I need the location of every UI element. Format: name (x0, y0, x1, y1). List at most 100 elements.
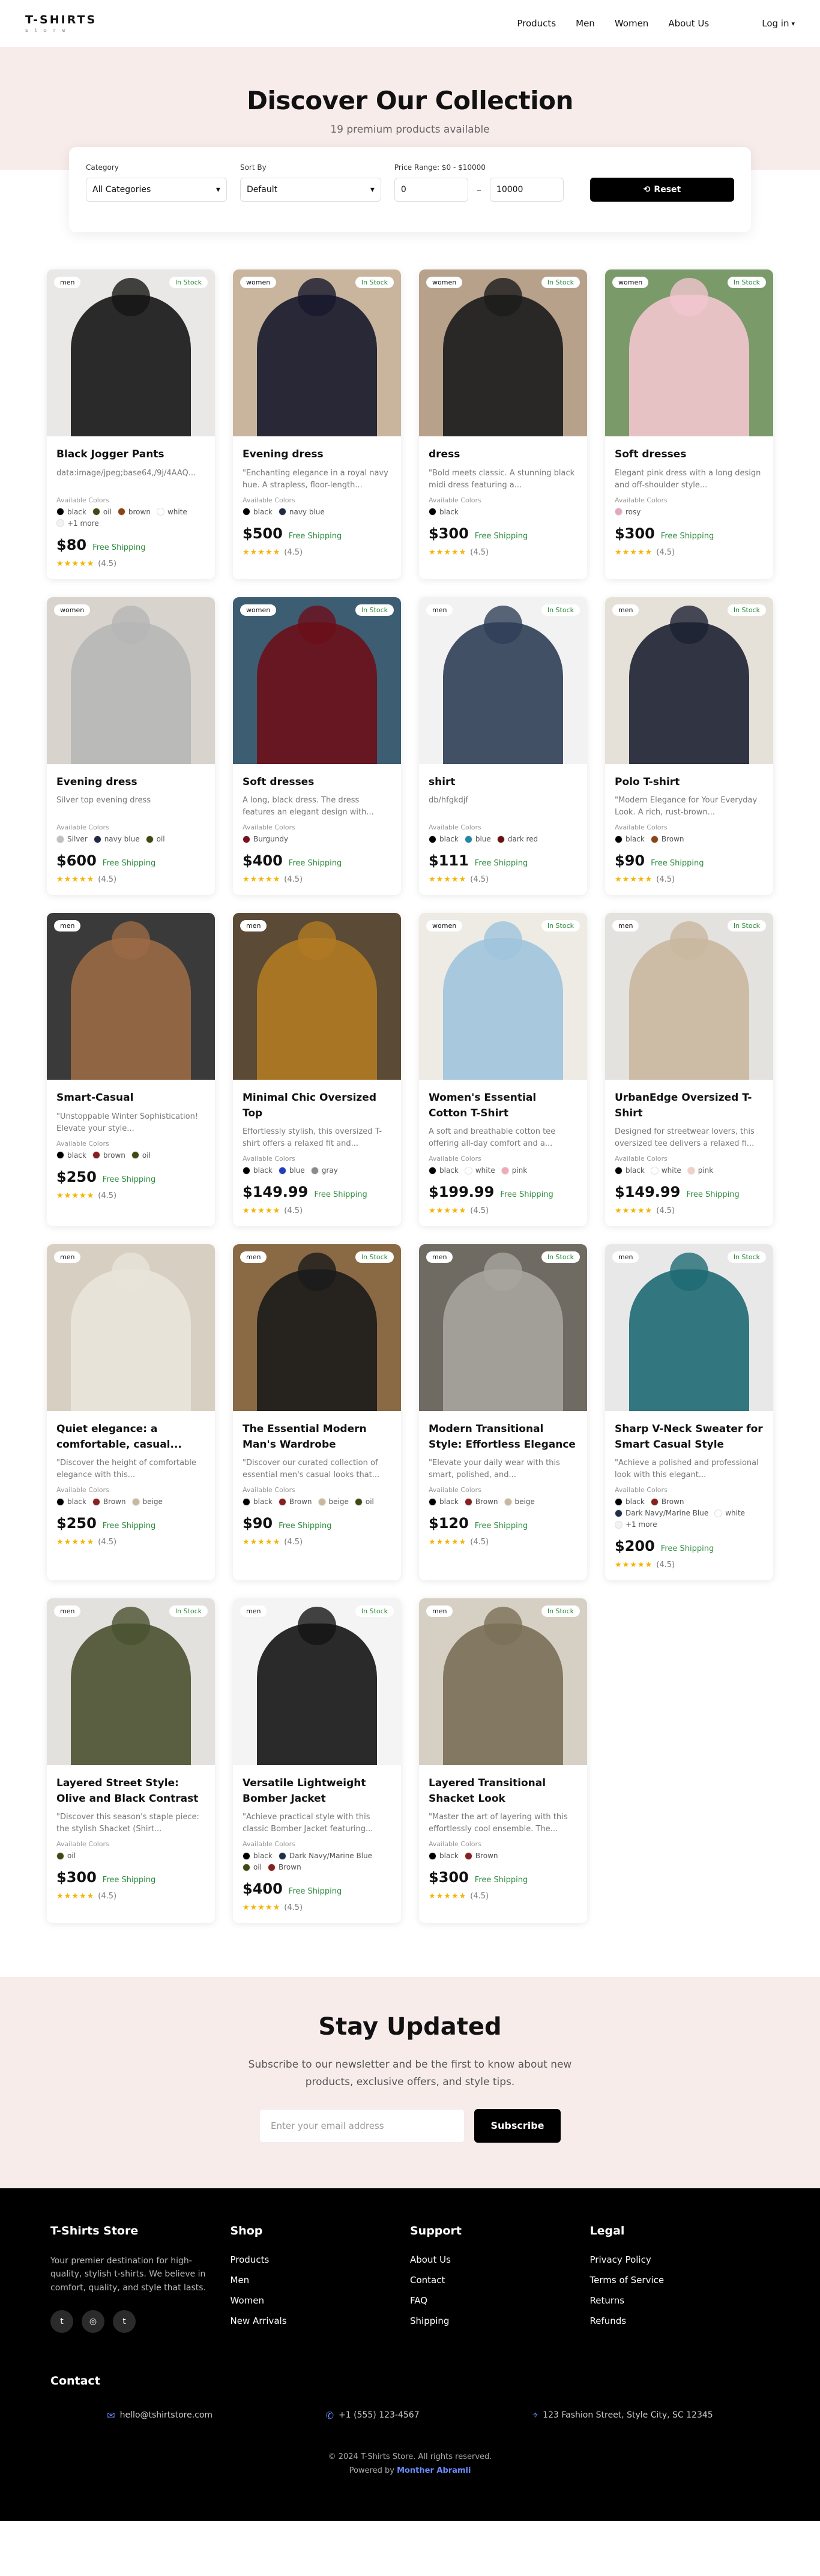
product-title[interactable]: Soft dresses (243, 775, 391, 790)
category-select[interactable]: All Categories ▾ (86, 178, 227, 202)
product-image[interactable]: women In Stock (233, 269, 401, 436)
product-title[interactable]: Sharp V-Neck Sweater for Smart Casual St… (615, 1422, 764, 1452)
color-option[interactable]: Brown (464, 1497, 498, 1506)
color-option[interactable]: black (243, 1852, 273, 1860)
product-image[interactable]: women In Stock (233, 597, 401, 764)
color-option[interactable]: Brown (92, 1497, 126, 1506)
footer-link[interactable]: About Us (410, 2254, 590, 2265)
color-option[interactable]: oil (56, 1852, 76, 1860)
product-title[interactable]: Smart-Casual (56, 1091, 205, 1106)
product-image[interactable]: men In Stock (233, 1598, 401, 1765)
product-image[interactable]: men In Stock (605, 1244, 773, 1411)
product-image[interactable]: men In Stock (605, 597, 773, 764)
product-title[interactable]: Layered Transitional Shacket Look (429, 1776, 577, 1807)
instagram-icon[interactable]: ◎ (82, 2310, 104, 2334)
color-option[interactable]: navy blue (278, 508, 325, 516)
product-image[interactable]: men (233, 913, 401, 1080)
more-colors[interactable]: +1 more (56, 519, 99, 528)
nav-about[interactable]: About Us (668, 18, 709, 29)
color-option[interactable]: white (464, 1166, 495, 1175)
color-option[interactable]: beige (318, 1497, 349, 1506)
color-option[interactable]: blue (464, 835, 491, 843)
product-card[interactable]: men In Stock Modern Transitional Style: Ef… (419, 1244, 587, 1580)
product-image[interactable]: women In Stock (419, 269, 587, 436)
product-card[interactable]: women Evening dress Silver top evening dre… (47, 597, 215, 895)
color-option[interactable]: blue (278, 1166, 305, 1175)
more-colors[interactable]: +1 more (615, 1520, 657, 1529)
reset-button[interactable]: ⟲ Reset (589, 178, 734, 202)
product-image[interactable]: men In Stock (47, 1598, 215, 1765)
footer-link[interactable]: Products (231, 2254, 411, 2265)
color-option[interactable]: brown (92, 1151, 125, 1160)
product-title[interactable]: Layered Street Style: Olive and Black Co… (56, 1776, 205, 1807)
color-option[interactable]: pink (501, 1166, 527, 1175)
color-option[interactable]: Dark Navy/Marine Blue (615, 1509, 708, 1517)
footer-link[interactable]: New Arrivals (231, 2316, 411, 2326)
footer-link[interactable]: Privacy Policy (590, 2254, 770, 2265)
color-option[interactable]: Brown (268, 1863, 301, 1871)
product-title[interactable]: Versatile Lightweight Bomber Jacket (243, 1776, 391, 1807)
product-image[interactable]: women In Stock (605, 269, 773, 436)
color-option[interactable]: white (156, 508, 187, 516)
color-option[interactable]: pink (687, 1166, 713, 1175)
product-card[interactable]: women In Stock Soft dresses A long, black d… (233, 597, 401, 895)
product-image[interactable]: men In Stock (605, 913, 773, 1080)
color-option[interactable]: Brown (650, 835, 684, 843)
nav-products[interactable]: Products (517, 18, 556, 29)
product-image[interactable]: women (47, 597, 215, 764)
product-title[interactable]: Quiet elegance: a comfortable, casual... (56, 1422, 205, 1452)
footer-link[interactable]: Contact (410, 2275, 590, 2286)
price-max-input[interactable]: 10000 (489, 178, 564, 202)
subscribe-button[interactable]: Subscribe (474, 2108, 561, 2143)
color-option[interactable]: white (714, 1509, 745, 1517)
color-option[interactable]: black (56, 1151, 86, 1160)
color-option[interactable]: black (429, 1852, 459, 1860)
twitter-icon[interactable]: t (50, 2310, 73, 2334)
product-title[interactable]: Modern Transitional Style: Effortless El… (429, 1422, 577, 1452)
product-title[interactable]: The Essential Modern Man's Wardrobe (243, 1422, 391, 1452)
color-option[interactable]: black (56, 1497, 86, 1506)
footer-link[interactable]: Refunds (590, 2316, 770, 2326)
color-option[interactable]: oil (145, 835, 165, 843)
footer-link[interactable]: FAQ (410, 2295, 590, 2306)
color-option[interactable]: Brown (464, 1852, 498, 1860)
color-option[interactable]: Silver (56, 835, 88, 843)
product-image[interactable]: men In Stock (419, 1244, 587, 1411)
color-option[interactable]: black (243, 508, 273, 516)
product-card[interactable]: women In Stock Women's Essential Cotton T-… (419, 913, 587, 1226)
product-image[interactable]: men In Stock (47, 269, 215, 436)
color-option[interactable]: gray (310, 1166, 338, 1175)
footer-link[interactable]: Terms of Service (590, 2275, 770, 2286)
product-card[interactable]: men Minimal Chic Oversized Top Effortlessl… (233, 913, 401, 1226)
sort-select[interactable]: Default ▾ (240, 178, 381, 202)
footer-link[interactable]: Men (231, 2275, 411, 2286)
product-title[interactable]: Women's Essential Cotton T-Shirt (429, 1091, 577, 1121)
author-link[interactable]: Monther Abramli (397, 2466, 471, 2475)
color-option[interactable]: Brown (278, 1497, 312, 1506)
product-card[interactable]: men In Stock Layered Street Style: Olive a… (47, 1598, 215, 1923)
product-card[interactable]: women In Stock Soft dresses Elegant pink dr… (605, 269, 773, 579)
color-option[interactable]: Burgundy (243, 835, 288, 843)
product-title[interactable]: Evening dress (56, 775, 205, 790)
product-card[interactable]: men In Stock Layered Transitional Shacket … (419, 1598, 587, 1923)
color-option[interactable]: oil (354, 1497, 374, 1506)
color-option[interactable]: beige (131, 1497, 163, 1506)
product-card[interactable]: men In Stock The Essential Modern Man's Wa… (233, 1244, 401, 1580)
product-image[interactable]: men In Stock (419, 597, 587, 764)
color-option[interactable]: white (650, 1166, 681, 1175)
footer-link[interactable]: Shipping (410, 2316, 590, 2326)
nav-men[interactable]: Men (576, 18, 595, 29)
footer-link[interactable]: Women (231, 2295, 411, 2306)
color-option[interactable]: oil (92, 508, 112, 516)
product-image[interactable]: men (47, 913, 215, 1080)
contact-email[interactable]: ✉ hello@tshirtstore.com (107, 2409, 213, 2421)
logo[interactable]: T-SHIRTS store (25, 13, 97, 34)
price-min-input[interactable]: 0 (394, 178, 468, 202)
product-card[interactable]: men In Stock shirt db/hfgkdjf Available Colo… (419, 597, 587, 895)
color-option[interactable]: Brown (650, 1497, 684, 1506)
color-option[interactable]: beige (504, 1497, 535, 1506)
color-option[interactable]: oil (131, 1151, 151, 1160)
color-option[interactable]: Dark Navy/Marine Blue (278, 1852, 372, 1860)
product-card[interactable]: men In Stock UrbanEdge Oversized T-Shirt De… (605, 913, 773, 1226)
logo-text[interactable]: T-SHIRTS (25, 13, 97, 26)
